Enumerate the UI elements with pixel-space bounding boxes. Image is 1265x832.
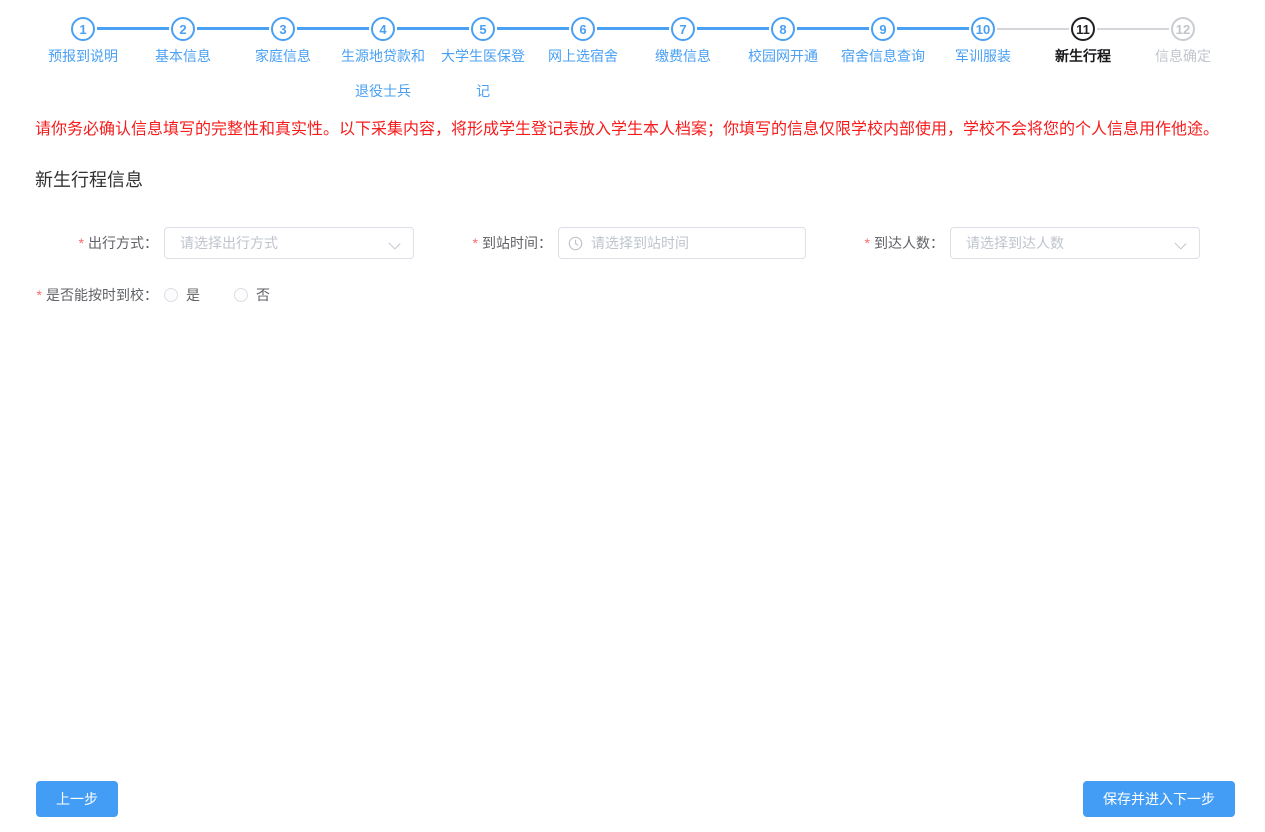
step-connector xyxy=(697,27,769,30)
step-connector xyxy=(897,27,969,30)
radio-option-yes[interactable]: 是 xyxy=(164,285,200,305)
step-item: 12 信息确定 xyxy=(1133,17,1233,109)
step-number: 9 xyxy=(871,17,895,41)
travel-mode-label-text: 出行方式： xyxy=(88,235,158,251)
step-connector xyxy=(197,27,269,30)
radio-circle-icon xyxy=(164,288,178,302)
step-item: 6 网上选宿舍 xyxy=(533,17,633,109)
step-item: 1 预报到说明 xyxy=(33,17,133,109)
arrival-time-field[interactable] xyxy=(558,227,806,259)
radio-option-no[interactable]: 否 xyxy=(234,285,270,305)
arrival-count-placeholder: 请选择到达人数 xyxy=(951,233,1064,253)
step-number: 5 xyxy=(471,17,495,41)
form-item-travel-mode: *出行方式： 请选择出行方式 xyxy=(35,227,414,259)
on-time-label: *是否能按时到校： xyxy=(35,285,164,305)
step-label: 大学生医保登记 xyxy=(435,39,531,109)
form-row-on-time: *是否能按时到校： 是 否 xyxy=(35,285,1265,305)
travel-mode-select[interactable]: 请选择出行方式 xyxy=(164,227,414,259)
step-number: 1 xyxy=(71,17,95,41)
step-number: 12 xyxy=(1171,17,1195,41)
step-label: 网上选宿舍 xyxy=(535,39,631,74)
step-item: 4 生源地贷款和退役士兵 xyxy=(333,17,433,109)
step-label: 校园网开通 xyxy=(735,39,831,74)
travel-mode-placeholder: 请选择出行方式 xyxy=(165,233,278,253)
step-connector xyxy=(997,28,1069,30)
radio-no-label: 否 xyxy=(256,285,270,305)
step-item: 11 新生行程 xyxy=(1033,17,1133,109)
step-connector xyxy=(797,27,869,30)
step-number: 4 xyxy=(371,17,395,41)
step-item: 9 宿舍信息查询 xyxy=(833,17,933,109)
chevron-down-icon xyxy=(388,237,400,249)
form-row-travel: *出行方式： 请选择出行方式 *到站时间： *到达人数： 请选择到达人数 xyxy=(35,227,1265,259)
footer-actions: 上一步 保存并进入下一步 xyxy=(36,781,1235,817)
arrival-time-label: *到站时间： xyxy=(414,233,558,253)
required-asterisk: * xyxy=(79,235,84,251)
arrival-count-label: *到达人数： xyxy=(806,233,950,253)
step-connector xyxy=(1097,28,1169,30)
step-number: 7 xyxy=(671,17,695,41)
step-item: 2 基本信息 xyxy=(133,17,233,109)
on-time-label-text: 是否能按时到校： xyxy=(46,287,158,303)
radio-yes-label: 是 xyxy=(186,285,200,305)
step-label: 家庭信息 xyxy=(235,39,331,74)
required-asterisk: * xyxy=(865,235,870,251)
step-item: 8 校园网开通 xyxy=(733,17,833,109)
step-number: 2 xyxy=(171,17,195,41)
arrival-time-label-text: 到站时间： xyxy=(482,235,552,251)
arrival-count-label-text: 到达人数： xyxy=(874,235,944,251)
step-number: 6 xyxy=(571,17,595,41)
step-item: 10 军训服装 xyxy=(933,17,1033,109)
form-item-arrival-count: *到达人数： 请选择到达人数 xyxy=(806,227,1200,259)
step-label: 预报到说明 xyxy=(35,39,131,74)
stepper: 1 预报到说明 2 基本信息 3 家庭信息 4 生源地贷款和退役士兵 5 大学生… xyxy=(0,0,1265,109)
on-time-radio-group: 是 否 xyxy=(164,285,304,305)
prev-step-button[interactable]: 上一步 xyxy=(36,781,118,817)
clock-icon xyxy=(568,236,583,251)
required-asterisk: * xyxy=(473,235,478,251)
form-item-on-time: *是否能按时到校： 是 否 xyxy=(35,285,304,305)
step-number: 10 xyxy=(971,17,995,41)
step-label: 基本信息 xyxy=(135,39,231,74)
step-connector xyxy=(397,27,469,30)
arrival-count-select[interactable]: 请选择到达人数 xyxy=(950,227,1200,259)
step-label: 信息确定 xyxy=(1135,39,1231,74)
form-item-arrival-time: *到站时间： xyxy=(414,227,806,259)
step-connector xyxy=(597,27,669,30)
step-connector xyxy=(497,27,569,30)
step-label: 军训服装 xyxy=(935,39,1031,74)
step-label: 生源地贷款和退役士兵 xyxy=(335,39,431,109)
notice-text: 请你务必确认信息填写的完整性和真实性。以下采集内容，将形成学生登记表放入学生本人… xyxy=(35,121,1235,138)
step-connector xyxy=(97,27,169,30)
radio-circle-icon xyxy=(234,288,248,302)
page-title: 新生行程信息 xyxy=(35,171,1265,189)
chevron-down-icon xyxy=(1174,237,1186,249)
step-head: 1 xyxy=(33,17,133,41)
required-asterisk: * xyxy=(37,287,42,303)
step-item: 3 家庭信息 xyxy=(233,17,333,109)
step-item: 5 大学生医保登记 xyxy=(433,17,533,109)
step-connector xyxy=(297,27,369,30)
step-number: 3 xyxy=(271,17,295,41)
step-number: 8 xyxy=(771,17,795,41)
step-number: 11 xyxy=(1071,17,1095,41)
step-label: 缴费信息 xyxy=(635,39,731,74)
step-label: 宿舍信息查询 xyxy=(835,39,931,74)
step-label: 新生行程 xyxy=(1035,39,1131,74)
travel-mode-label: *出行方式： xyxy=(35,233,164,253)
step-item: 7 缴费信息 xyxy=(633,17,733,109)
arrival-time-input[interactable] xyxy=(559,228,805,258)
save-next-button[interactable]: 保存并进入下一步 xyxy=(1083,781,1235,817)
